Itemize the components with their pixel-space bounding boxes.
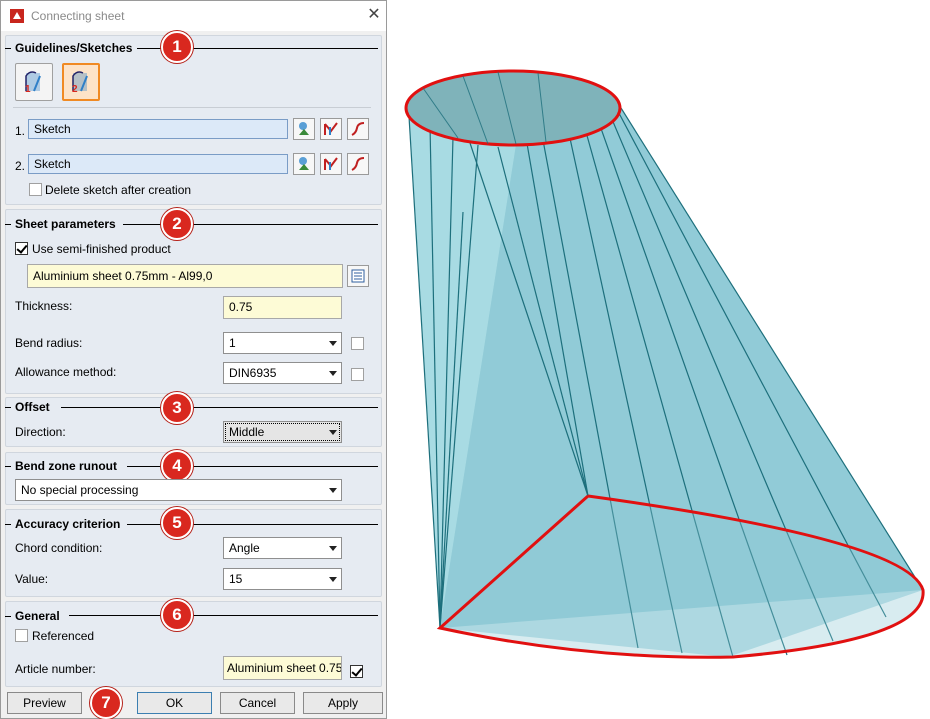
accuracy-header: Accuracy criterion xyxy=(5,517,120,531)
material-catalog-button[interactable] xyxy=(347,265,369,287)
step-badge-3: 3 xyxy=(161,392,193,424)
cancel-button[interactable]: Cancel xyxy=(220,692,295,714)
use-semi-finished-checkbox[interactable] xyxy=(15,242,28,255)
close-icon[interactable]: ✕ xyxy=(365,6,383,24)
chord-condition-label: Chord condition: xyxy=(15,541,103,555)
dropdown-arrow-icon xyxy=(329,341,337,346)
direction-label: Direction: xyxy=(15,425,66,439)
sketch-1-number: 1 xyxy=(25,84,31,95)
offset-title: Offset xyxy=(15,400,50,414)
dropdown-arrow-icon xyxy=(329,371,337,376)
curve-sketch-icon xyxy=(351,157,365,171)
chord-condition-select[interactable]: Angle xyxy=(223,537,342,559)
sheet-parameters-header: Sheet parameters xyxy=(5,217,116,231)
pick-sketch-icon xyxy=(299,122,309,135)
delete-sketch-label: Delete sketch after creation xyxy=(45,183,192,197)
bend-zone-header: Bend zone runout xyxy=(5,459,117,473)
window-title: Connecting sheet xyxy=(31,9,125,23)
sketch-1-field[interactable]: Sketch xyxy=(28,119,288,139)
article-number-label: Article number: xyxy=(15,662,96,676)
direction-select[interactable]: Middle xyxy=(223,421,342,443)
edit-sketch-icon xyxy=(324,157,338,170)
dropdown-arrow-icon xyxy=(329,430,337,435)
sketch-2-icon: 2 xyxy=(72,71,88,95)
section-divider xyxy=(61,407,378,408)
offset-header: Offset xyxy=(5,400,50,414)
step-badge-4: 4 xyxy=(161,450,193,482)
guidelines-header: Guidelines/Sketches xyxy=(5,41,132,55)
sheet-parameters-title: Sheet parameters xyxy=(15,217,116,231)
value-value: 15 xyxy=(229,572,243,586)
apply-button[interactable]: Apply xyxy=(303,692,383,714)
step-badge-1: 1 xyxy=(161,31,193,63)
pick-sketch-1-button[interactable] xyxy=(293,118,315,140)
step-badge-7: 7 xyxy=(90,687,122,719)
sketch-mode-1-button[interactable]: 1 xyxy=(15,63,53,101)
sketch-2-field[interactable]: Sketch xyxy=(28,154,288,174)
3d-viewport[interactable] xyxy=(388,0,930,719)
accuracy-title: Accuracy criterion xyxy=(15,517,121,531)
allowance-checkbox[interactable] xyxy=(351,368,364,381)
referenced-checkbox[interactable] xyxy=(15,629,28,642)
section-divider xyxy=(69,615,378,616)
general-header: General xyxy=(5,609,60,623)
ok-button[interactable]: OK xyxy=(137,692,212,714)
thickness-label: Thickness: xyxy=(15,299,73,313)
bend-radius-select[interactable]: 1 xyxy=(223,332,342,354)
catalog-icon xyxy=(351,269,365,283)
preview-button[interactable]: Preview xyxy=(7,692,82,714)
sketch-2-number: 2 xyxy=(72,84,78,95)
pick-sketch-2-button[interactable] xyxy=(293,153,315,175)
article-number-field[interactable]: Aluminium sheet 0.75 xyxy=(223,656,342,680)
use-semi-finished-label: Use semi-finished product xyxy=(32,242,171,256)
direction-value: Middle xyxy=(229,425,265,439)
edit-sketch-2-button[interactable] xyxy=(320,153,342,175)
pick-sketch-icon xyxy=(299,157,309,170)
step-badge-5: 5 xyxy=(161,507,193,539)
bend-radius-checkbox[interactable] xyxy=(351,337,364,350)
sketch-row-1-index: 1. xyxy=(15,124,26,138)
edit-sketch-icon xyxy=(324,122,338,135)
step-badge-6: 6 xyxy=(161,599,193,631)
article-number-checkbox[interactable] xyxy=(350,665,363,678)
allowance-method-select[interactable]: DIN6935 xyxy=(223,362,342,384)
curve-sketch-icon xyxy=(351,122,365,136)
value-label: Value: xyxy=(15,572,49,586)
material-field[interactable]: Aluminium sheet 0.75mm - Al99,0 xyxy=(27,264,343,288)
title-bar: Connecting sheet ✕ xyxy=(1,1,386,31)
allowance-method-value: DIN6935 xyxy=(229,366,277,380)
bend-radius-value: 1 xyxy=(229,336,236,350)
allowance-method-label: Allowance method: xyxy=(15,365,117,379)
curve-sketch-2-button[interactable] xyxy=(347,153,369,175)
chord-condition-value: Angle xyxy=(229,541,260,555)
divider xyxy=(13,107,371,108)
step-badge-2: 2 xyxy=(161,208,193,240)
referenced-label: Referenced xyxy=(32,629,95,643)
delete-sketch-checkbox[interactable] xyxy=(29,183,42,196)
sketch-row-2-index: 2. xyxy=(15,159,26,173)
edit-sketch-1-button[interactable] xyxy=(320,118,342,140)
sketch-1-icon: 1 xyxy=(25,71,41,95)
thickness-field[interactable]: 0.75 xyxy=(223,296,342,319)
curve-sketch-1-button[interactable] xyxy=(347,118,369,140)
app-icon xyxy=(10,9,24,23)
general-title: General xyxy=(15,609,60,623)
bend-zone-title: Bend zone runout xyxy=(15,459,117,473)
bend-zone-select[interactable]: No special processing xyxy=(15,479,342,501)
guidelines-title: Guidelines/Sketches xyxy=(15,41,133,55)
value-select[interactable]: 15 xyxy=(223,568,342,590)
dropdown-arrow-icon xyxy=(329,546,337,551)
connecting-sheet-dialog: Connecting sheet ✕ Guidelines/Sketches 1… xyxy=(0,0,387,719)
connecting-sheet-model xyxy=(404,69,925,659)
bend-zone-value: No special processing xyxy=(21,483,139,497)
bend-radius-label: Bend radius: xyxy=(15,336,83,350)
dropdown-arrow-icon xyxy=(329,488,337,493)
sketch-mode-2-button[interactable]: 2 xyxy=(62,63,100,101)
dropdown-arrow-icon xyxy=(329,577,337,582)
